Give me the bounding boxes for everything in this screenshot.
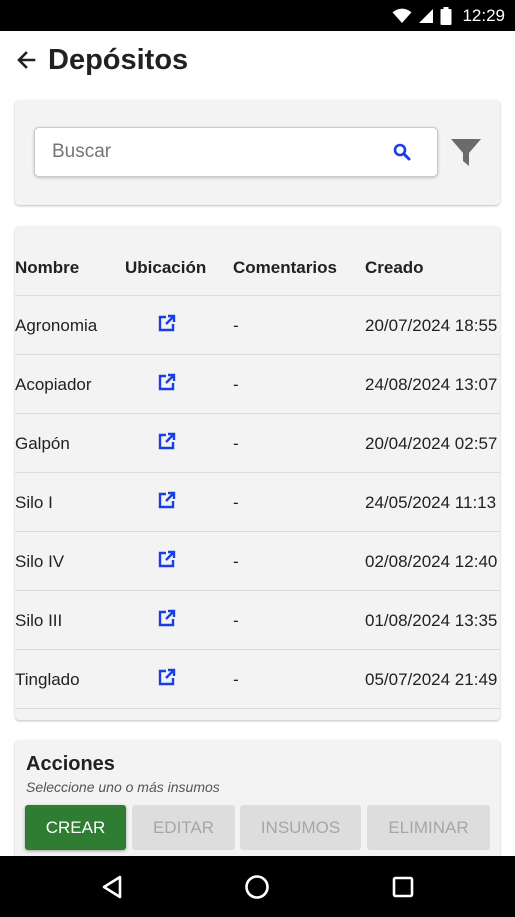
arrow-back-icon <box>17 51 36 69</box>
actions-subtitle: Seleccione uno o más insumos <box>26 779 220 795</box>
table-row[interactable]: Silo IV - 02/08/2024 12:40 <box>15 532 500 591</box>
column-header-creado[interactable]: Creado <box>365 258 424 278</box>
table-row[interactable]: Tinglado - 05/07/2024 21:49 <box>15 650 500 709</box>
app-header: Depósitos <box>0 31 515 89</box>
delete-button: ELIMINAR <box>367 805 490 850</box>
actions-card: Acciones Seleccione uno o más insumos CR… <box>15 740 500 870</box>
signal-icon <box>419 8 434 23</box>
column-header-nombre[interactable]: Nombre <box>15 258 79 278</box>
search-input[interactable] <box>35 128 375 176</box>
nav-recents-icon[interactable] <box>388 872 418 902</box>
cell-creado: 24/05/2024 11:13 <box>365 493 497 512</box>
cell-comentarios: - <box>233 375 239 394</box>
filter-icon[interactable] <box>450 136 482 168</box>
navigation-bar <box>0 856 515 917</box>
cell-creado: 20/07/2024 18:55 <box>365 316 498 335</box>
cell-creado: 01/08/2024 13:35 <box>365 611 498 630</box>
create-button[interactable]: CREAR <box>25 805 126 850</box>
cell-nombre: Silo III <box>15 611 63 630</box>
cell-comentarios: - <box>233 434 239 453</box>
table-row[interactable]: Silo III - 01/08/2024 13:35 <box>15 591 500 650</box>
cell-nombre: Silo IV <box>15 552 65 571</box>
battery-icon <box>440 6 452 25</box>
wifi-icon <box>392 8 412 23</box>
cell-comentarios: - <box>233 552 239 571</box>
column-header-ubicacion[interactable]: Ubicación <box>125 258 206 278</box>
search-card <box>15 100 500 205</box>
app-screen: 12:29 Depósitos Nombre Ubicación Coment <box>0 0 515 917</box>
cell-creado: 24/08/2024 13:07 <box>365 375 498 394</box>
depositos-table: Nombre Ubicación Comentarios Creado Agro… <box>15 226 500 720</box>
external-link-icon[interactable] <box>157 372 177 392</box>
table-row[interactable]: Agronomia - 20/07/2024 18:55 <box>15 296 500 355</box>
table-row[interactable]: Silo I - 24/05/2024 11:13 <box>15 473 500 532</box>
external-link-icon[interactable] <box>157 549 177 569</box>
edit-button: EDITAR <box>132 805 235 850</box>
actions-title: Acciones <box>26 753 115 775</box>
back-button[interactable] <box>14 48 38 72</box>
external-link-icon[interactable] <box>157 490 177 510</box>
cell-nombre: Agronomia <box>15 316 98 335</box>
cell-nombre: Acopiador <box>15 375 92 394</box>
cell-comentarios: - <box>233 493 239 512</box>
external-link-icon[interactable] <box>157 431 177 451</box>
cell-nombre: Silo I <box>15 493 53 512</box>
cell-comentarios: - <box>233 611 239 630</box>
external-link-icon[interactable] <box>157 313 177 333</box>
page-title: Depósitos <box>48 43 189 76</box>
cell-creado: 20/04/2024 02:57 <box>365 434 498 453</box>
cell-comentarios: - <box>233 316 239 335</box>
table-row[interactable]: Galpón - 20/04/2024 02:57 <box>15 414 500 473</box>
status-icons: 12:29 <box>392 0 505 31</box>
cell-nombre: Tinglado <box>15 670 80 689</box>
table-row[interactable]: Acopiador - 24/08/2024 13:07 <box>15 355 500 414</box>
external-link-icon[interactable] <box>157 608 177 628</box>
cell-creado: 02/08/2024 12:40 <box>365 552 498 571</box>
supplies-button: INSUMOS <box>240 805 361 850</box>
cell-nombre: Galpón <box>15 434 70 453</box>
status-bar: 12:29 <box>0 0 515 31</box>
table-header: Nombre Ubicación Comentarios Creado <box>15 226 500 296</box>
search-box <box>34 127 438 177</box>
column-header-comentarios[interactable]: Comentarios <box>233 258 337 278</box>
nav-home-icon[interactable] <box>242 872 272 902</box>
cell-comentarios: - <box>233 670 239 689</box>
external-link-icon[interactable] <box>157 667 177 687</box>
status-time: 12:29 <box>462 5 505 25</box>
search-icon[interactable] <box>393 143 411 161</box>
nav-back-icon[interactable] <box>98 872 128 902</box>
cell-creado: 05/07/2024 21:49 <box>365 670 498 689</box>
